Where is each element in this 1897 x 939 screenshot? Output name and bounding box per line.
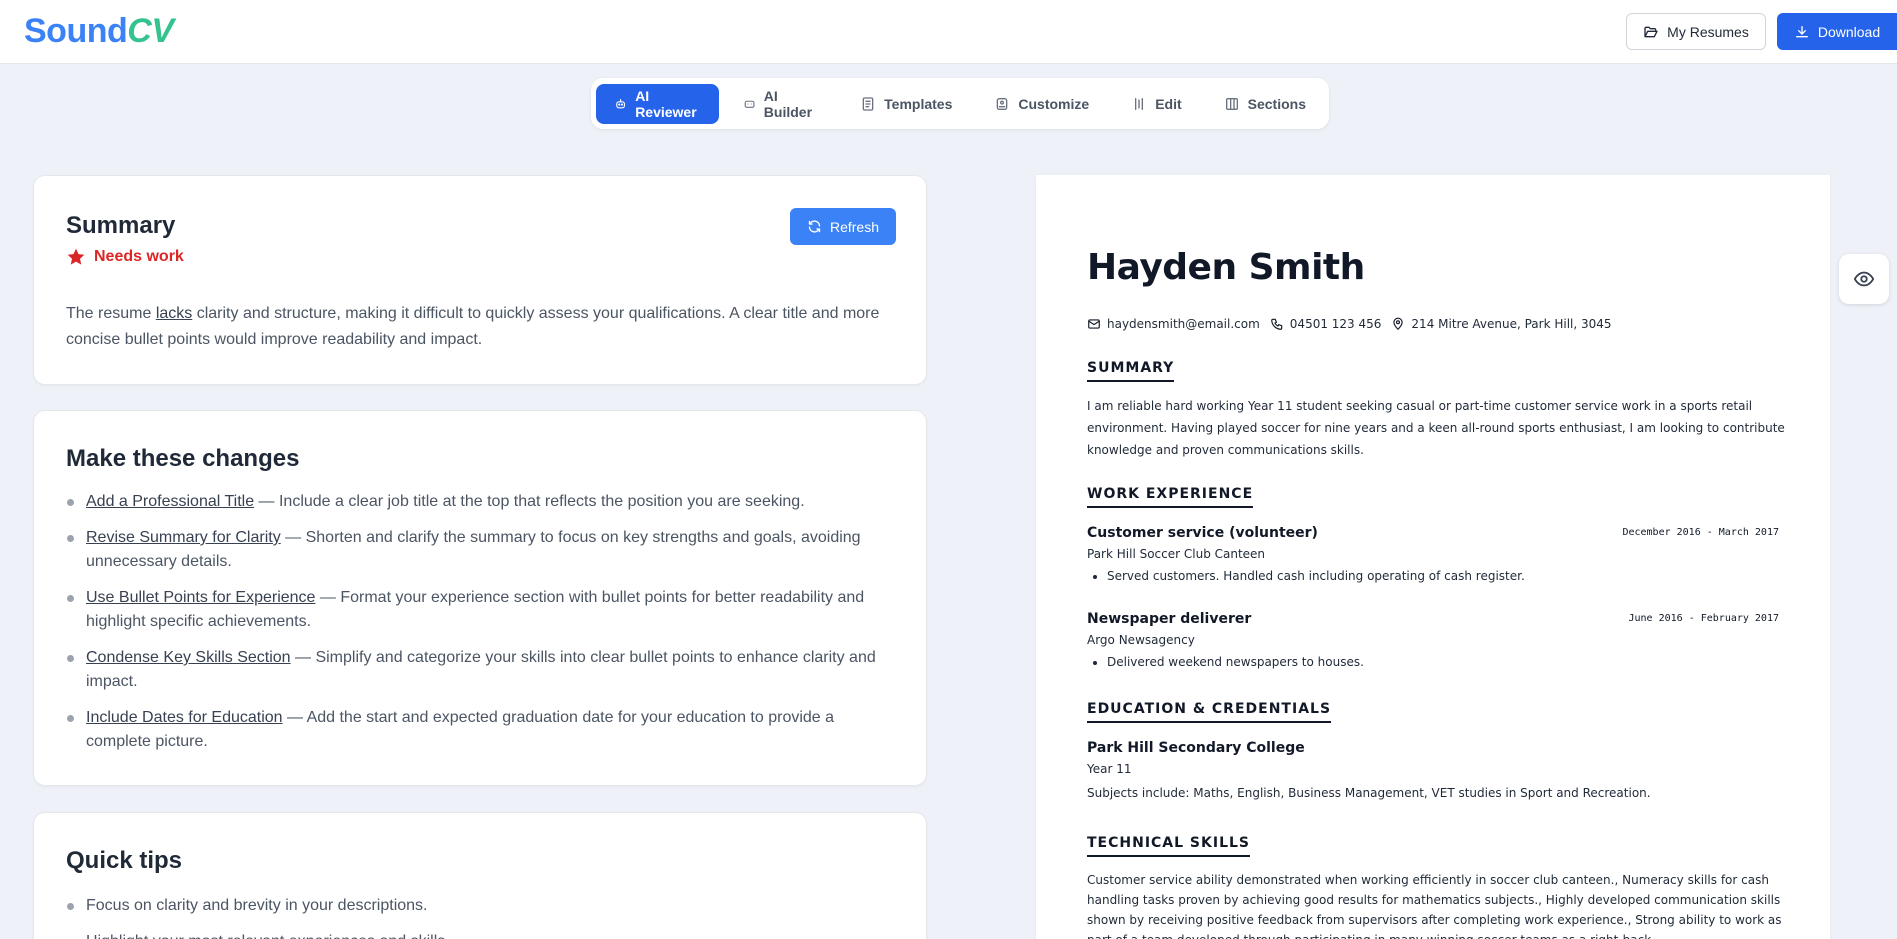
section-heading-skills: TECHNICAL SKILLS: [1087, 835, 1250, 857]
logo-text-cv: CV: [127, 12, 174, 50]
tab-ai-reviewer[interactable]: AI Reviewer: [596, 83, 719, 124]
summary-card: Summary Needs work Refresh The resume la…: [33, 175, 927, 385]
job-company: Park Hill Soccer Club Canteen: [1087, 547, 1266, 561]
mail-icon: [1088, 319, 1100, 329]
download-button[interactable]: Download: [1777, 13, 1897, 50]
tab-label: Templates: [884, 95, 953, 112]
palette-icon: [997, 97, 1008, 110]
refresh-icon: [808, 220, 821, 233]
change-text: — Include a clear job title at the top t…: [254, 493, 805, 510]
section-heading-summary: SUMMARY: [1087, 360, 1175, 382]
job-dates: June 2016 - February 2017: [1628, 613, 1779, 624]
contact-address: 214 Mitre Avenue, Park Hill, 3045: [1391, 317, 1612, 331]
tips-title: Quick tips: [66, 847, 183, 874]
tips-list: Focus on clarity and brevity in your des…: [66, 894, 896, 939]
preview-toggle-button[interactable]: [1839, 254, 1889, 304]
changes-title: Make these changes: [66, 445, 300, 472]
resume-skills-text: Customer service ability demonstrated wh…: [1087, 873, 1782, 939]
change-link[interactable]: Add a Professional Title: [86, 493, 254, 510]
refresh-label: Refresh: [829, 218, 880, 235]
document-icon: [862, 96, 874, 111]
resume-preview: Hayden Smith haydensmith@email.com 04501…: [1036, 175, 1830, 939]
list-item: Delivered weekend newspapers to houses.: [1107, 653, 1779, 671]
job-bullets: Served customers. Handled cash including…: [1087, 567, 1779, 585]
list-item: Revise Summary for Clarity — Shorten and…: [66, 526, 896, 574]
contact-email-text: haydensmith@email.com: [1107, 317, 1260, 331]
change-link[interactable]: Condense Key Skills Section: [86, 649, 291, 666]
list-item: Include Dates for Education — Add the st…: [66, 706, 896, 754]
tab-label: AI Reviewer: [635, 87, 697, 120]
eye-icon: [1853, 271, 1875, 287]
logo-text-sound: Sound: [24, 12, 128, 50]
school-subjects: Subjects include: Maths, English, Busine…: [1087, 786, 1651, 800]
change-link[interactable]: Include Dates for Education: [86, 709, 283, 726]
job-dates: December 2016 - March 2017: [1622, 527, 1779, 538]
refresh-button[interactable]: Refresh: [790, 208, 896, 245]
summary-text: The resume lacks clarity and structure, …: [66, 301, 896, 353]
star-icon: [67, 248, 85, 265]
tab-ai-builder[interactable]: AI Builder: [725, 84, 837, 124]
resume-summary-text: I am reliable hard working Year 11 stude…: [1087, 399, 1785, 457]
education-entry: Park Hill Secondary College Year 11 Subj…: [1087, 740, 1779, 800]
tab-templates[interactable]: Templates: [842, 84, 970, 124]
changes-card: Make these changes Add a Professional Ti…: [33, 410, 927, 786]
change-link[interactable]: Revise Summary for Clarity: [86, 529, 281, 546]
list-item: Use Bullet Points for Experience — Forma…: [66, 586, 896, 634]
contact-address-text: 214 Mitre Avenue, Park Hill, 3045: [1411, 317, 1612, 331]
summary-highlight-word: lacks: [155, 305, 193, 322]
job-entry: Newspaper deliverer June 2016 - February…: [1087, 611, 1779, 671]
folder-open-icon: [1644, 26, 1658, 37]
school-name: Park Hill Secondary College: [1087, 740, 1305, 756]
status-badge: Needs work: [66, 247, 184, 267]
download-icon: [1795, 25, 1808, 37]
my-resumes-button[interactable]: My Resumes: [1626, 13, 1766, 50]
resume-name: Hayden Smith: [1087, 247, 1365, 288]
logo[interactable]: SoundCV: [24, 12, 174, 51]
changes-list: Add a Professional Title — Include a cle…: [66, 490, 896, 766]
list-item: Served customers. Handled cash including…: [1107, 567, 1779, 585]
job-company: Argo Newsagency: [1087, 633, 1195, 647]
tab-label: Edit: [1155, 95, 1182, 112]
robot-icon: [616, 98, 625, 108]
section-heading-work: WORK EXPERIENCE: [1087, 486, 1254, 508]
bot-icon: [744, 100, 755, 108]
download-label: Download: [1817, 23, 1881, 40]
tab-label: AI Builder: [763, 87, 813, 120]
columns-icon: [1225, 97, 1238, 110]
status-label: Needs work: [94, 248, 184, 265]
main-tabs: AI Reviewer AI Builder Templates Customi…: [591, 78, 1329, 129]
list-item: Add a Professional Title — Include a cle…: [66, 490, 896, 514]
list-item: Highlight your most relevant experiences…: [66, 930, 896, 939]
my-resumes-label: My Resumes: [1667, 23, 1749, 40]
edit-icon: [1135, 97, 1144, 110]
tab-label: Sections: [1247, 95, 1306, 112]
tab-label: Customize: [1018, 95, 1090, 112]
tab-customize[interactable]: Customize: [976, 84, 1107, 124]
tab-edit[interactable]: Edit: [1113, 84, 1199, 124]
contact-phone: 04501 123 456: [1270, 317, 1382, 331]
location-pin-icon: [1393, 317, 1404, 331]
job-bullets: Delivered weekend newspapers to houses.: [1087, 653, 1779, 671]
summary-title: Summary: [66, 212, 176, 239]
list-item: Condense Key Skills Section — Simplify a…: [66, 646, 896, 694]
list-item: Focus on clarity and brevity in your des…: [66, 894, 896, 918]
tips-card: Quick tips Focus on clarity and brevity …: [33, 812, 927, 939]
top-bar: SoundCV My Resumes Download: [0, 0, 1897, 64]
tab-sections[interactable]: Sections: [1206, 84, 1324, 124]
change-link[interactable]: Use Bullet Points for Experience: [86, 589, 315, 606]
contact-email: haydensmith@email.com: [1087, 317, 1260, 331]
phone-icon: [1270, 318, 1283, 330]
contact-phone-text: 04501 123 456: [1289, 317, 1382, 331]
job-entry: Customer service (volunteer) December 20…: [1087, 525, 1779, 585]
summary-text-part: The resume: [66, 305, 156, 322]
resume-contact-row: haydensmith@email.com 04501 123 456 214 …: [1087, 317, 1616, 331]
school-year: Year 11: [1087, 762, 1132, 776]
section-heading-education: EDUCATION & CREDENTIALS: [1087, 701, 1332, 723]
